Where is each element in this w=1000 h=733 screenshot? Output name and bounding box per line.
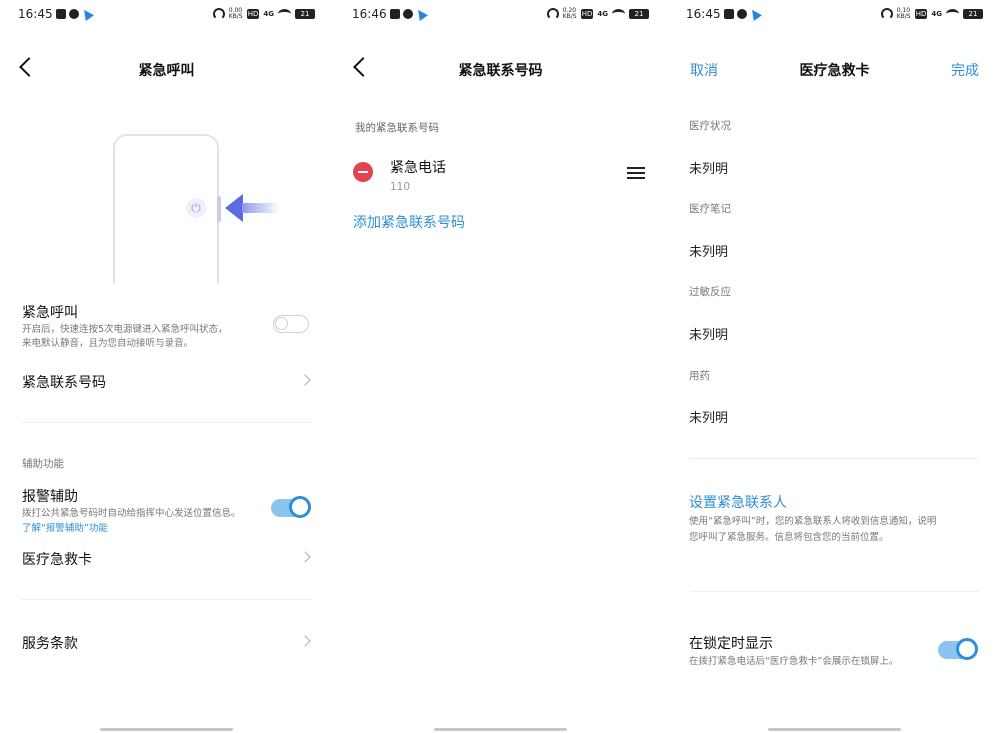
medical-card-screen: 16:45 0.10 KB/S HD 4G 21 取消 医疗急救卡 完成 医疗状…	[668, 0, 1000, 733]
hd-icon: HD	[246, 9, 260, 19]
illustration: ⏻	[0, 120, 333, 284]
nav-bar: 紧急联系号码	[334, 54, 667, 84]
emergency-contacts-screen: 16:46 0.20 KB/S HD 4G 21 紧急联系号码 我的紧急联系号码…	[334, 0, 667, 733]
net-speed: 0.20 KB/S	[562, 7, 577, 20]
field-value-medication[interactable]: 未列明	[689, 407, 728, 426]
chevron-right-icon	[299, 551, 311, 563]
app-icon	[69, 9, 79, 19]
net-speed: 0.00 KB/S	[228, 7, 243, 20]
contact-name: 紧急电话	[390, 160, 446, 176]
field-label-notes: 医疗笔记	[689, 203, 731, 215]
emergency-contacts-row[interactable]: 紧急联系号码	[22, 372, 106, 392]
add-contact-link[interactable]: 添加紧急联系号码	[353, 212, 465, 232]
battery-icon: 21	[295, 9, 315, 19]
emergency-call-screen: 16:45 0.00 KB/S HD 4G 21 紧急呼叫 ⏻ 紧急呼叫 开启后…	[0, 0, 333, 733]
lock-display-desc: 在拨打紧急电话后“医疗急救卡”会展示在锁屏上。	[689, 656, 899, 667]
alarm-assist-title: 报警辅助	[22, 489, 78, 505]
field-label-condition: 医疗状况	[689, 120, 731, 132]
done-button[interactable]: 完成	[951, 60, 979, 80]
field-label-allergies: 过敏反应	[689, 286, 731, 298]
battery-icon: 21	[629, 9, 649, 19]
field-value-notes[interactable]: 未列明	[689, 241, 728, 260]
side-button	[217, 196, 221, 222]
status-time: 16:45	[18, 7, 53, 21]
home-indicator[interactable]	[434, 728, 567, 731]
medical-card-row[interactable]: 医疗急救卡	[22, 549, 92, 569]
app-icon	[403, 9, 413, 19]
signal-icon: 4G	[597, 9, 608, 18]
signal-icon: 4G	[931, 9, 942, 18]
signal-icon: 4G	[263, 9, 274, 18]
alarm-assist-toggle[interactable]	[271, 496, 311, 518]
minus-circle-icon[interactable]	[353, 162, 373, 182]
wifi-icon	[278, 9, 291, 19]
nav-bar: 紧急呼叫	[0, 54, 333, 84]
location-icon	[748, 7, 762, 21]
status-bar: 16:45 0.00 KB/S HD 4G 21	[18, 7, 315, 23]
terms-row[interactable]: 服务条款	[22, 633, 78, 653]
lock-display-title: 在锁定时显示	[689, 636, 773, 652]
lock-display-toggle[interactable]	[938, 638, 978, 660]
chevron-right-icon	[299, 635, 311, 647]
home-indicator[interactable]	[768, 728, 901, 731]
section-label: 辅助功能	[22, 458, 64, 470]
status-bar: 16:46 0.20 KB/S HD 4G 21	[352, 7, 649, 23]
location-icon	[414, 7, 428, 21]
status-bar: 16:45 0.10 KB/S HD 4G 21	[686, 7, 983, 23]
hd-icon: HD	[914, 9, 928, 19]
power-icon: ⏻	[186, 198, 206, 218]
emergency-call-title: 紧急呼叫	[22, 305, 78, 321]
speed-icon	[546, 8, 559, 20]
wifi-icon	[946, 9, 959, 19]
divider	[22, 599, 311, 600]
page-title: 紧急呼叫	[138, 63, 195, 79]
emergency-call-desc: 开启后，快速连按5次电源键进入紧急呼叫状态， 来电默认静音，且为您自动接听与录音…	[22, 324, 228, 349]
wifi-icon	[612, 9, 625, 19]
alarm-assist-learn-link[interactable]: 了解“报警辅助”功能	[22, 520, 108, 534]
drag-handle-icon[interactable]	[627, 167, 645, 182]
battery-icon: 21	[963, 9, 983, 19]
page-title: 紧急联系号码	[458, 63, 543, 79]
field-label-medication: 用药	[689, 370, 710, 382]
status-time: 16:45	[686, 7, 721, 21]
field-value-condition[interactable]: 未列明	[689, 158, 728, 177]
set-emergency-contact-link[interactable]: 设置紧急联系人	[689, 492, 787, 512]
divider	[22, 422, 311, 423]
home-indicator[interactable]	[100, 728, 233, 731]
net-speed: 0.10 KB/S	[896, 7, 911, 20]
divider	[690, 458, 979, 459]
nav-bar: 取消 医疗急救卡 完成	[668, 54, 1000, 84]
message-icon	[724, 9, 734, 19]
message-icon	[56, 9, 66, 19]
contact-number: 110	[390, 181, 411, 193]
set-emergency-contact-desc: 使用“紧急呼叫”时，您的紧急联系人将收到信息通知，说明您呼叫了紧急服务。信息将包…	[689, 516, 937, 543]
speed-icon	[880, 8, 893, 20]
speed-icon	[212, 8, 225, 20]
field-value-allergies[interactable]: 未列明	[689, 324, 728, 343]
divider	[690, 591, 979, 592]
message-icon	[390, 9, 400, 19]
section-label: 我的紧急联系号码	[355, 122, 439, 134]
location-icon	[80, 7, 94, 21]
hd-icon: HD	[580, 9, 594, 19]
emergency-call-toggle[interactable]	[273, 315, 309, 333]
app-icon	[737, 9, 747, 19]
status-time: 16:46	[352, 7, 387, 21]
arrow-icon	[225, 194, 243, 222]
alarm-assist-desc: 拨打公共紧急号码时自动给指挥中心发送位置信息。	[22, 508, 241, 519]
chevron-right-icon	[299, 374, 311, 386]
